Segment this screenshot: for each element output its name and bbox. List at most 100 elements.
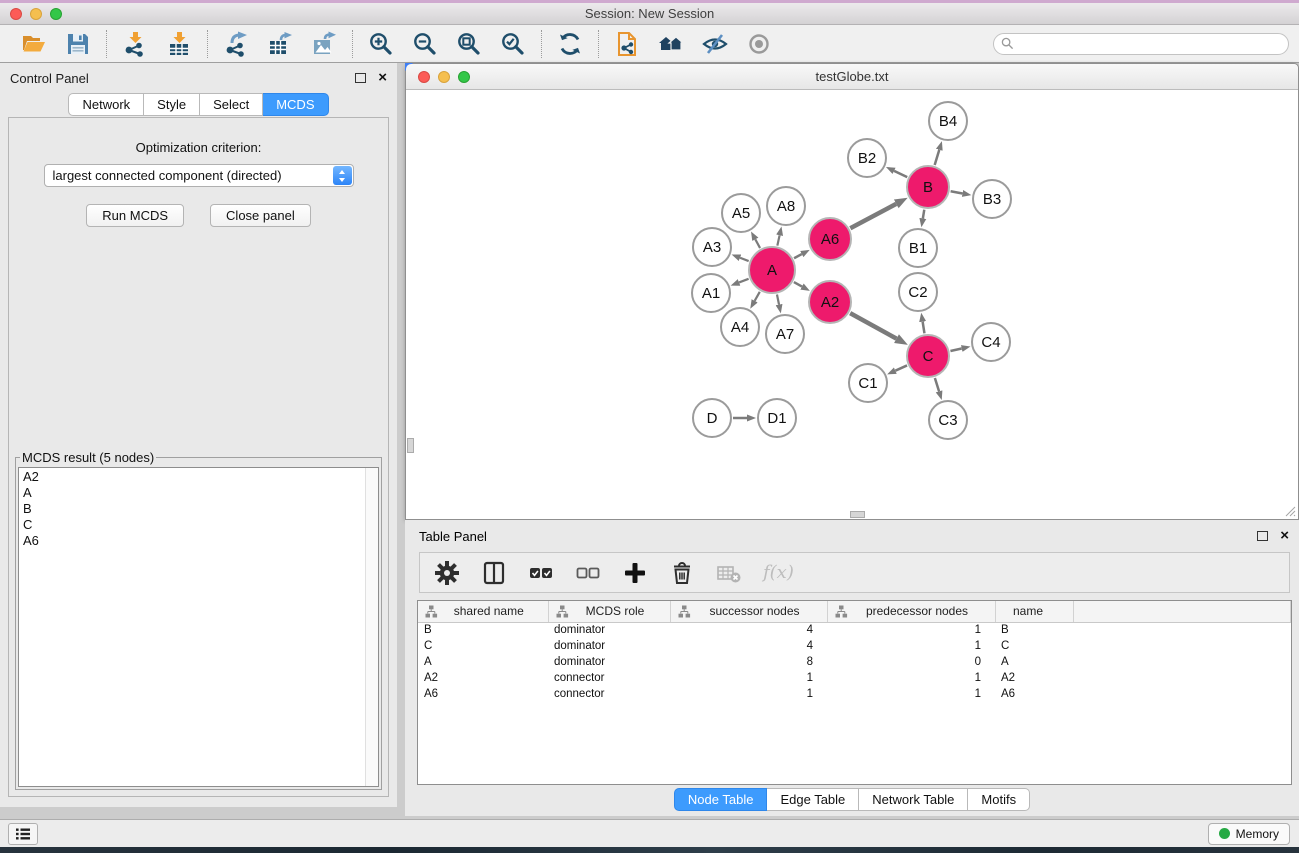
graph-edge-C-C1[interactable] <box>895 365 907 370</box>
search-field[interactable] <box>993 33 1289 55</box>
graph-node-A[interactable]: A <box>749 247 795 293</box>
graph-edge-A-A1[interactable] <box>739 279 749 283</box>
criterion-dropdown[interactable]: largest connected component (directed) <box>44 164 354 187</box>
close-panel-button[interactable]: Close panel <box>210 204 311 227</box>
graph-edge-A-A6[interactable] <box>794 254 802 258</box>
graph-edge-A6-B[interactable] <box>850 204 896 228</box>
network-window-titlebar[interactable]: testGlobe.txt <box>406 64 1298 90</box>
mcds-result-item[interactable]: A2 <box>23 469 378 485</box>
close-panel-icon[interactable]: × <box>378 73 387 83</box>
tab-style[interactable]: Style <box>144 93 200 116</box>
zoom-fit-icon[interactable] <box>454 30 484 58</box>
select-all-icon[interactable] <box>528 559 554 587</box>
add-column-icon[interactable] <box>622 559 648 587</box>
tab-edge-table[interactable]: Edge Table <box>767 788 859 811</box>
tab-motifs[interactable]: Motifs <box>968 788 1030 811</box>
tab-network-table[interactable]: Network Table <box>859 788 968 811</box>
table-row[interactable]: Bdominator41B <box>418 622 1291 638</box>
export-image-icon[interactable] <box>309 30 339 58</box>
graph-node-A5[interactable]: A5 <box>722 194 760 232</box>
graph-node-D1[interactable]: D1 <box>758 399 796 437</box>
export-table-icon[interactable] <box>265 30 295 58</box>
open-folder-icon[interactable] <box>19 30 49 58</box>
network-from-file-icon[interactable] <box>612 30 642 58</box>
tab-mcds[interactable]: MCDS <box>263 93 328 116</box>
zoom-in-icon[interactable] <box>366 30 396 58</box>
table-row[interactable]: A2connector11A2 <box>418 670 1291 686</box>
graph-edge-C-C4[interactable] <box>950 349 961 352</box>
graph-node-B[interactable]: B <box>907 166 949 208</box>
close-table-panel-icon[interactable]: × <box>1280 531 1289 541</box>
zoom-out-icon[interactable] <box>410 30 440 58</box>
network-canvas[interactable]: AA6A2BCA5A8A3A1A4A7B2B4B3B1C2C4C1C3DD1 <box>407 90 1297 518</box>
delete-column-icon[interactable] <box>669 559 695 587</box>
graph-node-A8[interactable]: A8 <box>767 187 805 225</box>
mcds-result-item[interactable]: C <box>23 517 378 533</box>
graph-node-A1[interactable]: A1 <box>692 274 730 312</box>
table-row[interactable]: Adominator80A <box>418 654 1291 670</box>
settings-gear-icon[interactable] <box>434 559 460 587</box>
vertical-scroll-thumb[interactable] <box>407 438 414 453</box>
column-header-name[interactable]: name <box>995 601 1073 622</box>
graph-node-B1[interactable]: B1 <box>899 229 937 267</box>
graph-edge-A-A7[interactable] <box>777 294 779 304</box>
import-table-icon[interactable] <box>164 30 194 58</box>
float-table-panel-icon[interactable] <box>1257 531 1268 541</box>
tab-node-table[interactable]: Node Table <box>674 788 768 811</box>
horizontal-scroll-thumb[interactable] <box>850 511 865 518</box>
mcds-result-item[interactable]: A6 <box>23 533 378 549</box>
graph-node-C2[interactable]: C2 <box>899 273 937 311</box>
column-header-MCDS-role[interactable]: MCDS role <box>548 601 670 622</box>
column-header-successor-nodes[interactable]: successor nodes <box>670 601 827 622</box>
graph-edge-A-A2[interactable] <box>794 282 802 286</box>
graph-node-B3[interactable]: B3 <box>973 180 1011 218</box>
mcds-result-item[interactable]: B <box>23 501 378 517</box>
graph-node-B2[interactable]: B2 <box>848 139 886 177</box>
deselect-all-icon[interactable] <box>575 559 601 587</box>
import-network-icon[interactable] <box>120 30 150 58</box>
apply-function-icon[interactable]: f(x) <box>763 562 794 583</box>
graph-node-C[interactable]: C <box>907 335 949 377</box>
graph-edge-B-B1[interactable] <box>923 210 924 219</box>
split-panel-icon[interactable] <box>481 559 507 587</box>
graph-node-C4[interactable]: C4 <box>972 323 1010 361</box>
graph-edge-A2-C[interactable] <box>850 313 896 339</box>
graph-edge-C-C3[interactable] <box>935 378 939 391</box>
export-network-icon[interactable] <box>221 30 251 58</box>
table-row[interactable]: Cdominator41C <box>418 638 1291 654</box>
graph-edge-B-B4[interactable] <box>935 150 940 165</box>
delete-table-icon[interactable] <box>716 559 742 587</box>
graph-node-D[interactable]: D <box>693 399 731 437</box>
column-header-predecessor-nodes[interactable]: predecessor nodes <box>827 601 995 622</box>
refresh-layout-icon[interactable] <box>555 30 585 58</box>
graph-edge-B-B2[interactable] <box>894 171 907 177</box>
zoom-selected-icon[interactable] <box>498 30 528 58</box>
task-history-button[interactable] <box>8 823 38 845</box>
graph-node-C1[interactable]: C1 <box>849 364 887 402</box>
home-first-neighbors-icon[interactable] <box>656 30 686 58</box>
search-input[interactable] <box>1014 37 1288 51</box>
float-panel-icon[interactable] <box>355 73 366 83</box>
run-mcds-button[interactable]: Run MCDS <box>86 204 184 227</box>
save-session-icon[interactable] <box>63 30 93 58</box>
resize-grip-icon[interactable] <box>1283 504 1296 517</box>
memory-button[interactable]: Memory <box>1208 823 1290 845</box>
graph-edge-A-A5[interactable] <box>755 239 760 248</box>
tab-network[interactable]: Network <box>68 93 144 116</box>
column-header-shared-name[interactable]: shared name <box>418 601 548 622</box>
graph-node-C3[interactable]: C3 <box>929 401 967 439</box>
graph-edge-B-B3[interactable] <box>951 191 963 193</box>
list-scrollbar[interactable] <box>365 468 378 786</box>
mcds-result-item[interactable]: A <box>23 485 378 501</box>
show-all-icon[interactable] <box>744 30 774 58</box>
mcds-result-list[interactable]: A2ABCA6 <box>18 467 379 787</box>
graph-node-B4[interactable]: B4 <box>929 102 967 140</box>
hide-selected-icon[interactable] <box>700 30 730 58</box>
graph-edge-A-A3[interactable] <box>740 258 749 261</box>
graph-node-A7[interactable]: A7 <box>766 315 804 353</box>
tab-select[interactable]: Select <box>200 93 263 116</box>
table-row[interactable]: A6connector11A6 <box>418 686 1291 702</box>
node-table[interactable]: shared nameMCDS rolesuccessor nodesprede… <box>417 600 1292 785</box>
graph-edge-C-C2[interactable] <box>923 322 925 334</box>
graph-node-A2[interactable]: A2 <box>809 281 851 323</box>
